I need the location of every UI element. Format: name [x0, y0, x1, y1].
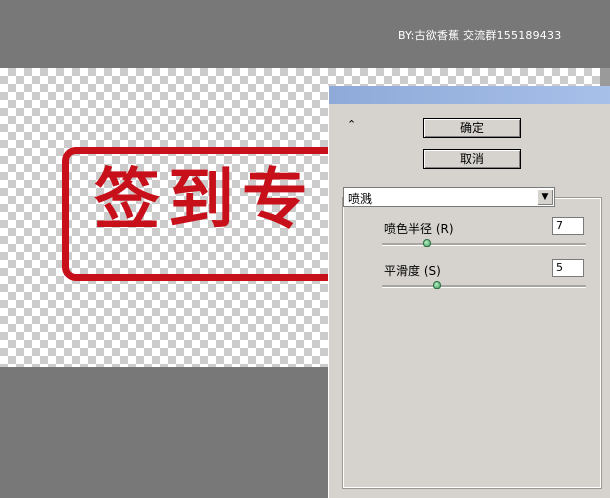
smoothness-slider-thumb[interactable]	[433, 281, 442, 289]
spray-radius-input[interactable]: 7	[552, 217, 584, 235]
spray-radius-slider-track[interactable]	[382, 243, 586, 246]
smoothness-slider-track[interactable]	[382, 285, 586, 288]
filter-settings-panel: 喷色半径 (R) 7 平滑度 (S) 5	[342, 197, 602, 489]
stamp-text: 签到专	[94, 160, 316, 238]
spray-radius-label: 喷色半径 (R)	[384, 222, 454, 236]
smoothness-input[interactable]: 5	[552, 259, 584, 277]
watermark-text: BY:古欲香蕉 交流群155189433	[398, 29, 562, 42]
ok-button[interactable]: 确定	[423, 118, 521, 138]
filter-dropdown-value: 喷溅	[348, 192, 373, 206]
cancel-button[interactable]: 取消	[423, 149, 521, 169]
double-chevron-up-icon[interactable]: ⌃	[347, 118, 356, 131]
spray-radius-slider-thumb[interactable]	[422, 239, 431, 247]
filter-dropdown[interactable]: 喷溅 ▼	[343, 187, 555, 207]
chevron-down-icon[interactable]: ▼	[537, 189, 553, 205]
filter-dialog: ⌃ 确定 取消 喷色半径 (R) 7 平滑度 (S) 5 喷溅 ▼	[328, 86, 610, 498]
dialog-titlebar[interactable]	[329, 86, 610, 104]
canvas-scroll-edge	[600, 68, 610, 88]
smoothness-label: 平滑度 (S)	[384, 264, 441, 278]
